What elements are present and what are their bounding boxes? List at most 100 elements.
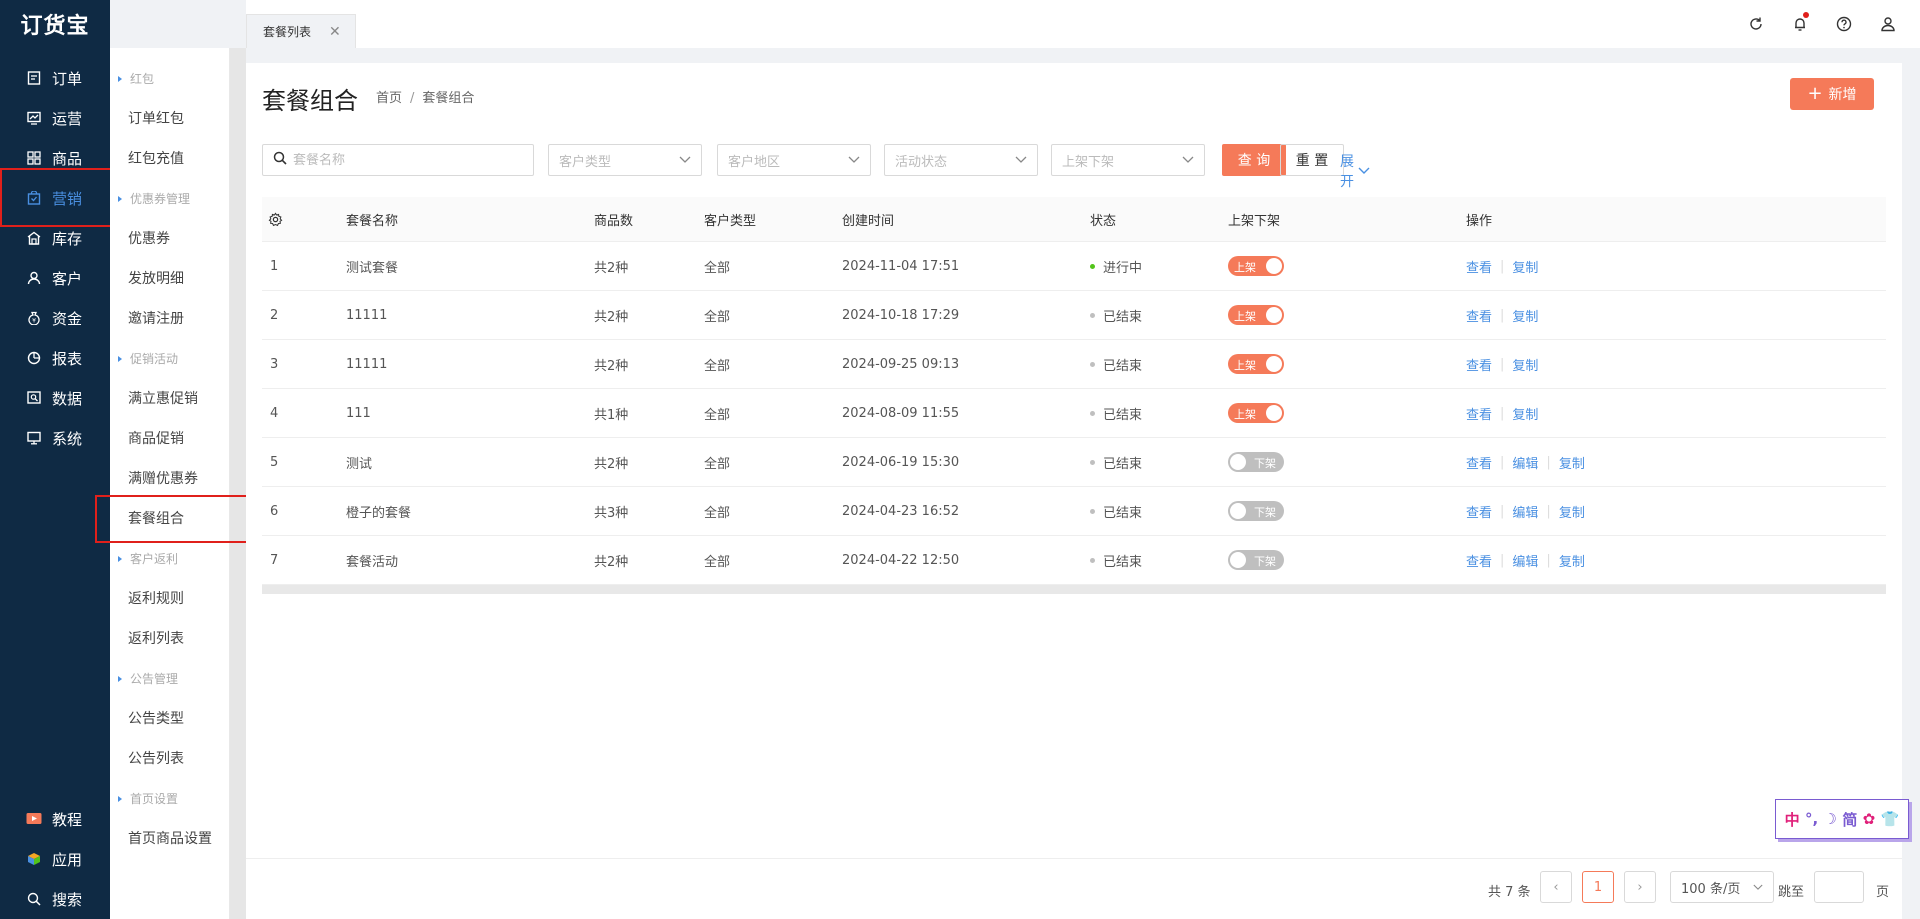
package-name-input[interactable] [293, 152, 533, 168]
activity-status-select[interactable]: 活动状态 [884, 144, 1038, 176]
shelf-toggle[interactable]: 下架 [1228, 501, 1284, 521]
copy-link[interactable]: 复制 [1512, 355, 1538, 374]
view-link[interactable]: 查看 [1466, 355, 1492, 374]
marketing-icon [26, 190, 42, 206]
copy-link[interactable]: 复制 [1512, 404, 1538, 423]
sub-item-goods-promotion[interactable]: 商品促销 [128, 428, 184, 448]
bell-icon[interactable] [1788, 12, 1812, 36]
prev-page-button[interactable]: ‹ [1540, 871, 1572, 903]
caret-right-icon [118, 795, 122, 802]
sub-item-order-redpacket[interactable]: 订单红包 [128, 108, 184, 128]
ime-toolbar[interactable]: 中 °, ☽ 简 ✿ 👕 [1775, 799, 1909, 839]
table-row: 5 测试 共2种 全部 2024-06-19 15:30 已结束 下架 查看 | 编辑 | 复制 [262, 438, 1886, 487]
package-name: 测试套餐 [346, 260, 399, 276]
nav-item-warehouse[interactable]: 库存 [0, 218, 110, 258]
caret-right-icon [118, 195, 122, 202]
ime-settings-icon[interactable]: ✿ [1863, 810, 1876, 828]
sub-item-home-goods-setting[interactable]: 首页商品设置 [128, 828, 212, 848]
user-icon[interactable] [1876, 12, 1900, 36]
sub-item-invite-register[interactable]: 邀请注册 [128, 308, 184, 328]
ime-simplified[interactable]: 简 [1842, 809, 1857, 830]
tab-package-list[interactable]: 套餐列表 ✕ [246, 14, 356, 48]
nav-item-report[interactable]: 报表 [0, 338, 110, 378]
nav-item-tutorial[interactable]: 教程 [0, 799, 110, 839]
nav-item-label: 客户 [52, 269, 83, 288]
ime-chinese-mode[interactable]: 中 [1785, 809, 1800, 830]
edit-link[interactable]: 编辑 [1512, 453, 1538, 472]
nav-item-label: 应用 [52, 850, 83, 869]
copy-link[interactable]: 复制 [1559, 502, 1585, 521]
table-horizontal-scrollbar[interactable] [262, 585, 1886, 594]
sub-item-notice-list[interactable]: 公告列表 [128, 748, 184, 768]
ime-moon-icon[interactable]: ☽ [1824, 810, 1837, 828]
nav-item-system[interactable]: 系统 [0, 418, 110, 458]
customer-region-select[interactable]: 客户地区 [717, 144, 871, 176]
nav-item-search[interactable]: 搜索 [0, 879, 110, 919]
sub-item-issue-detail[interactable]: 发放明细 [128, 268, 184, 288]
page-number[interactable]: 1 [1582, 871, 1614, 903]
add-button[interactable]: + 新增 [1790, 78, 1874, 110]
content-card: 套餐组合 首页/套餐组合 + 新增 客户类型 客户地区 活动状态 上架下架查 询… [246, 63, 1902, 919]
ime-punctuation[interactable]: °, [1805, 810, 1818, 828]
expand-filters-button[interactable]: 展开 [1340, 151, 1370, 191]
nav-item-operation[interactable]: 运营 [0, 98, 110, 138]
shelf-toggle[interactable]: 下架 [1228, 550, 1284, 570]
nav-item-marketing[interactable]: 营销 [0, 178, 110, 218]
row-actions: 查看 | 复制 [1466, 242, 1538, 290]
query-button[interactable]: 查 询 [1222, 144, 1286, 176]
shelf-status-select[interactable]: 上架下架 [1051, 144, 1205, 176]
sub-group-title: 优惠券管理 [118, 190, 190, 207]
view-link[interactable]: 查看 [1466, 404, 1492, 423]
shelf-toggle[interactable]: 下架 [1228, 452, 1284, 472]
sub-item-notice-type[interactable]: 公告类型 [128, 708, 184, 728]
view-link[interactable]: 查看 [1466, 551, 1492, 570]
view-link[interactable]: 查看 [1466, 306, 1492, 325]
close-icon[interactable]: ✕ [329, 24, 341, 40]
sub-menu-scrollbar[interactable] [230, 48, 246, 919]
edit-link[interactable]: 编辑 [1512, 502, 1538, 521]
column-header: 操作 [1466, 213, 1493, 229]
help-icon[interactable] [1832, 12, 1856, 36]
goods-count: 共2种 [594, 358, 629, 374]
view-link[interactable]: 查看 [1466, 257, 1492, 276]
shelf-toggle[interactable]: 上架 [1228, 403, 1284, 423]
shelf-toggle[interactable]: 上架 [1228, 354, 1284, 374]
nav-item-label: 营销 [52, 189, 83, 208]
shelf-toggle-cell: 下架 [1228, 438, 1284, 486]
app-logo[interactable]: 订货宝 [0, 0, 110, 48]
reset-button[interactable]: 重 置 [1280, 144, 1344, 176]
nav-item-apps[interactable]: 应用 [0, 839, 110, 879]
sub-item-redpacket-recharge[interactable]: 红包充值 [128, 148, 184, 168]
sub-item-full-discount[interactable]: 满立惠促销 [128, 388, 198, 408]
ime-skin-icon[interactable]: 👕 [1881, 810, 1900, 828]
jump-page-input[interactable] [1814, 871, 1864, 903]
nav-item-goods[interactable]: 商品 [0, 138, 110, 178]
shelf-toggle[interactable]: 上架 [1228, 256, 1284, 276]
copy-link[interactable]: 复制 [1512, 306, 1538, 325]
edit-link[interactable]: 编辑 [1512, 551, 1538, 570]
view-link[interactable]: 查看 [1466, 453, 1492, 472]
top-bar: 套餐列表 ✕ [246, 0, 1920, 48]
sub-item-package-combo[interactable]: 套餐组合 [128, 508, 184, 528]
sub-item-rebate-rules[interactable]: 返利规则 [128, 588, 184, 608]
nav-item-funds[interactable]: ¥ 资金 [0, 298, 110, 338]
column-header: 客户类型 [704, 213, 757, 229]
column-settings-icon[interactable] [268, 197, 283, 241]
nav-item-customer[interactable]: 客户 [0, 258, 110, 298]
copy-link[interactable]: 复制 [1512, 257, 1538, 276]
breadcrumb-home[interactable]: 首页 [376, 91, 402, 106]
nav-item-label: 运营 [52, 109, 83, 128]
copy-link[interactable]: 复制 [1559, 453, 1585, 472]
nav-item-order[interactable]: 订单 [0, 58, 110, 98]
customer-type-select[interactable]: 客户类型 [548, 144, 702, 176]
copy-link[interactable]: 复制 [1559, 551, 1585, 570]
sub-item-coupon[interactable]: 优惠券 [128, 228, 170, 248]
view-link[interactable]: 查看 [1466, 502, 1492, 521]
shelf-toggle[interactable]: 上架 [1228, 305, 1284, 325]
sub-item-rebate-list[interactable]: 返利列表 [128, 628, 184, 648]
nav-item-data[interactable]: 数据 [0, 378, 110, 418]
refresh-icon[interactable] [1744, 12, 1768, 36]
sub-item-gift-coupon[interactable]: 满赠优惠券 [128, 468, 198, 488]
next-page-button[interactable]: › [1624, 871, 1656, 903]
page-size-select[interactable]: 100 条/页 [1670, 871, 1774, 903]
